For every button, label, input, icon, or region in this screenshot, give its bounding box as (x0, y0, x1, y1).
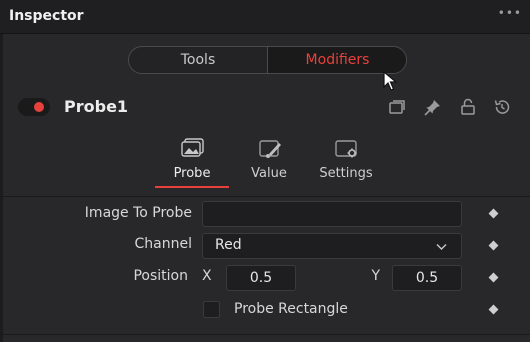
subtab-probe[interactable]: Probe (157, 136, 227, 188)
subtab-value-label: Value (251, 166, 287, 181)
image-to-probe-field[interactable] (202, 201, 462, 227)
tab-tools[interactable]: Tools (129, 47, 268, 73)
inspector-title: Inspector (9, 8, 84, 24)
channel-label: Channel (134, 236, 192, 252)
channel-dropdown[interactable]: Red (202, 233, 462, 259)
more-dots-icon[interactable]: ••• (498, 6, 522, 20)
lock-icon[interactable] (458, 97, 478, 117)
probe-image-icon (181, 138, 204, 157)
probe-rectangle-checkbox[interactable] (203, 301, 220, 318)
tool-header-row: Probe1 (0, 88, 530, 128)
tool-enable-toggle[interactable] (18, 98, 50, 116)
section-divider (0, 196, 530, 197)
subtab-settings[interactable]: Settings (311, 136, 381, 188)
subtab-settings-label: Settings (319, 166, 373, 181)
toggle-indicator (34, 102, 44, 112)
position-label: Position (133, 268, 188, 284)
reset-icon[interactable] (492, 97, 512, 117)
pin-icon[interactable] (423, 97, 443, 117)
channel-value: Red (215, 237, 242, 253)
tab-modifiers[interactable]: Modifiers (268, 47, 406, 73)
keyframe-diamond-icon[interactable] (488, 240, 499, 251)
subtab-value[interactable]: Value (234, 136, 304, 188)
panel-left-edge (0, 34, 3, 342)
keyframe-diamond-icon[interactable] (488, 304, 499, 315)
settings-gear-icon (335, 140, 357, 158)
chevron-down-icon (436, 244, 447, 250)
panel-bottom-divider (0, 334, 530, 335)
mode-segmented-control: Tools Modifiers (128, 46, 407, 74)
tool-name: Probe1 (64, 97, 129, 116)
inspector-header: Inspector ••• (0, 0, 530, 34)
image-to-probe-label: Image To Probe (84, 205, 192, 221)
position-x-label: X (202, 268, 212, 284)
subtab-probe-label: Probe (173, 166, 211, 181)
inspector-panel: Inspector ••• Tools Modifiers Probe1 Pro… (0, 0, 530, 342)
position-x-input[interactable]: 0.5 (226, 265, 296, 291)
keyframe-diamond-icon[interactable] (488, 272, 499, 283)
position-y-label: Y (371, 268, 380, 284)
active-subtab-underline (155, 186, 229, 188)
position-y-input[interactable]: 0.5 (392, 265, 462, 291)
probe-rectangle-label: Probe Rectangle (234, 301, 348, 317)
versions-icon[interactable] (387, 97, 407, 117)
value-brush-icon (259, 140, 281, 158)
keyframe-diamond-icon[interactable] (488, 208, 499, 219)
